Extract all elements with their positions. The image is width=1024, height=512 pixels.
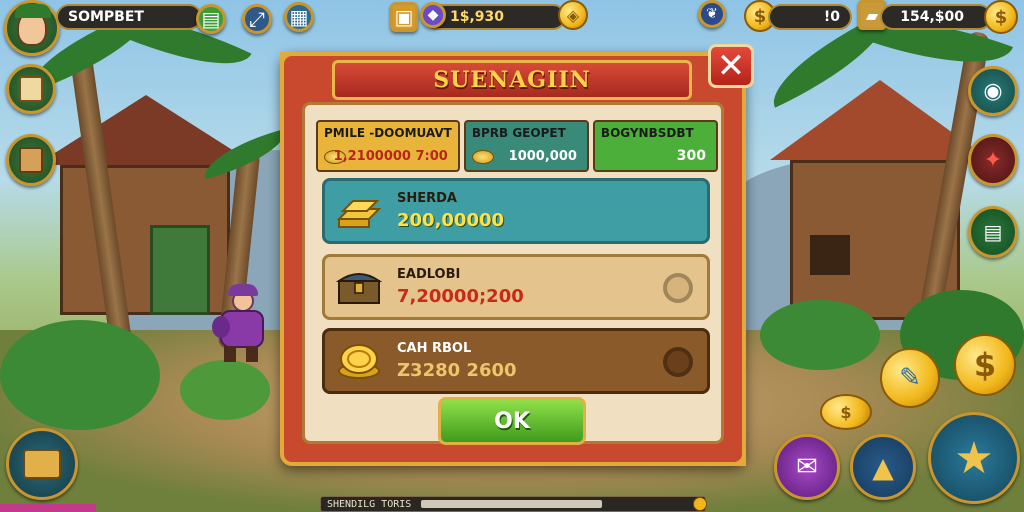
- reward-tabs: PMILE -DOOMUAVT 1,2100000 7:00 BPRB GEOP…: [316, 120, 719, 172]
- close-button[interactable]: ✕: [708, 44, 754, 88]
- player-name: SOMPBET: [68, 9, 144, 25]
- hut-window: [810, 235, 850, 275]
- option-value: Z3280 2600: [397, 360, 517, 381]
- tab-label: BOGYNBSDBT: [600, 126, 694, 140]
- gem-icon: ◆: [420, 2, 446, 28]
- coin-icon: [693, 497, 707, 511]
- treasure-chest-icon[interactable]: ▣: [390, 2, 418, 32]
- shield-coin-icon[interactable]: ◈: [558, 0, 588, 30]
- coin-counter: !0: [768, 4, 852, 30]
- option-value: 7,20000;200: [397, 286, 524, 307]
- bush: [180, 360, 270, 420]
- tab-bogynbsdbt[interactable]: BOGYNBSDBT 300: [592, 120, 719, 172]
- bush: [0, 320, 160, 430]
- bottom-left-tag: [0, 504, 96, 512]
- option-label: SHERDA: [397, 191, 457, 206]
- tab-label: BPRB GEOPET: [471, 126, 566, 140]
- option-treasure-chest[interactable]: EADLOBI 7,20000;200: [322, 254, 710, 320]
- ok-button[interactable]: OK: [438, 397, 586, 445]
- gold-coin-icon[interactable]: $: [984, 0, 1018, 34]
- coin-token-icon[interactable]: ✎: [880, 348, 940, 408]
- tab-value: 1,2100000 7:00: [333, 149, 448, 164]
- tab-value: 300: [676, 148, 707, 164]
- gold-bars-icon: [335, 191, 383, 231]
- dialog-corner: [280, 52, 320, 92]
- gold-coin-button[interactable]: $: [954, 334, 1016, 396]
- tab-mile[interactable]: PMILE -DOOMUAVT 1,2100000 7:00: [316, 120, 460, 172]
- bird-icon[interactable]: ❦: [698, 0, 726, 28]
- player-avatar[interactable]: [4, 0, 60, 56]
- coin-stack-icon: $: [820, 394, 872, 430]
- bush: [760, 300, 880, 370]
- scroll-icon[interactable]: [6, 64, 56, 114]
- status-label: SHENDILG TORIS: [327, 498, 412, 510]
- player-name-pill: SOMPBET: [56, 4, 202, 30]
- coin-count: !0: [823, 9, 840, 25]
- treasure-chest-icon: [335, 267, 383, 307]
- option-radio[interactable]: [663, 347, 693, 377]
- dialog-title-banner: SUENAGIIN: [332, 60, 692, 100]
- gold-counter: 154,$00: [880, 4, 992, 30]
- option-gold-coins[interactable]: CAH RBOL Z3280 2600: [322, 328, 710, 394]
- coin-icon: [471, 150, 494, 164]
- option-value: 200,00000: [397, 210, 505, 231]
- close-x-icon: ✕: [716, 46, 746, 86]
- cash-icon[interactable]: ▤: [196, 4, 226, 34]
- option-label: EADLOBI: [397, 267, 461, 282]
- tab-label: PMILE -DOOMUAVT: [324, 126, 452, 140]
- book-icon[interactable]: [6, 134, 56, 186]
- shop-icon[interactable]: ▦: [284, 2, 314, 32]
- status-progress-fill: [421, 500, 602, 508]
- upgrade-icon[interactable]: ▲: [850, 434, 916, 500]
- map-icon[interactable]: ⤢: [242, 4, 272, 34]
- hut-door: [150, 225, 210, 315]
- player-character[interactable]: [212, 284, 268, 362]
- star-icon[interactable]: ★: [928, 412, 1020, 504]
- gold-count: 154,$00: [900, 9, 964, 25]
- option-radio[interactable]: [663, 273, 693, 303]
- tab-value: 1000,000: [508, 149, 577, 164]
- cash-stack-icon[interactable]: ▤: [968, 206, 1018, 258]
- gold-coins-icon: [335, 341, 383, 381]
- chat-icon[interactable]: ◉: [968, 66, 1018, 116]
- avatar-face-icon: [15, 4, 51, 46]
- build-icon[interactable]: [6, 428, 78, 500]
- creature-icon[interactable]: ✦: [968, 134, 1018, 186]
- option-label: CAH RBOL: [397, 341, 472, 356]
- potion-icon[interactable]: ✉: [774, 434, 840, 500]
- option-gold-bars[interactable]: SHERDA 200,00000: [322, 178, 710, 244]
- dialog-title: SUENAGIIN: [433, 67, 591, 93]
- gem-count: 1$,930: [450, 9, 505, 25]
- tab-geopet[interactable]: BPRB GEOPET 1000,000: [463, 120, 589, 172]
- status-bar: SHENDILG TORIS: [320, 496, 707, 512]
- ok-label: OK: [494, 408, 530, 434]
